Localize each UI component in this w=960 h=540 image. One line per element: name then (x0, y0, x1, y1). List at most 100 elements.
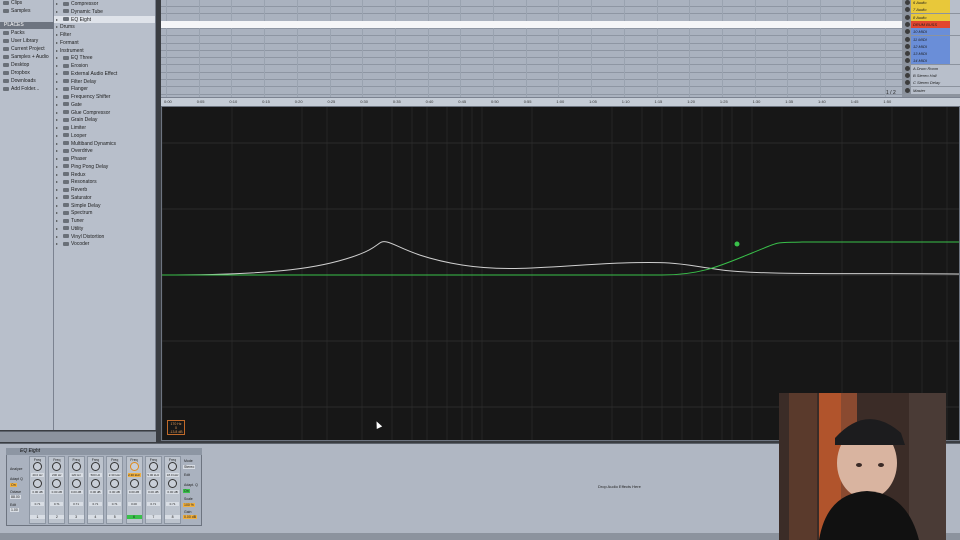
browser-item-multiband-dynamics[interactable]: ▸ Multiband Dynamics (54, 140, 155, 147)
gain-knob-icon[interactable] (33, 479, 42, 488)
browser-item-vocoder[interactable]: ▸ Vocoder (54, 240, 155, 247)
track-activator-icon[interactable] (905, 29, 910, 35)
track-name[interactable]: 7 Audio (911, 6, 951, 14)
freq-knob-icon[interactable] (90, 462, 100, 471)
device-left-octave-val[interactable]: 88.00 (10, 495, 21, 499)
band-number[interactable]: 5 (107, 515, 123, 519)
expand-triangle-icon[interactable]: ▸ (54, 171, 60, 178)
expand-triangle-icon[interactable]: ▸ (54, 109, 60, 116)
track-activator-icon[interactable] (905, 43, 910, 49)
places-item-samples-audio[interactable]: Samples + Audio (0, 54, 53, 61)
freq-knob-icon[interactable] (168, 462, 178, 471)
places-item-packs[interactable]: Packs (0, 30, 53, 37)
freq-knob-icon[interactable] (129, 462, 139, 471)
track-header[interactable]: 7 Audio (902, 6, 960, 14)
device-right-mode-val[interactable]: Stereo (183, 465, 196, 469)
device-left-adapt-val[interactable]: On (10, 483, 17, 487)
band-q-value[interactable]: 0.71 (50, 502, 64, 506)
band-number[interactable]: 2 (49, 515, 65, 519)
band-gain-value[interactable]: 0.00 dB (69, 490, 83, 494)
eq-curve-graph[interactable] (162, 107, 959, 440)
browser-item-ping-pong-delay[interactable]: ▸ Ping Pong Delay (54, 163, 155, 170)
browser-item-erosion[interactable]: ▸ Erosion (54, 62, 155, 69)
expand-triangle-icon[interactable]: ▸ (54, 93, 60, 100)
browser-item-simple-delay[interactable]: ▸ Simple Delay (54, 202, 155, 209)
expand-triangle-icon[interactable]: ▸ (54, 155, 60, 162)
places-item-add-folder-[interactable]: Add Folder... (0, 86, 53, 93)
browser-item-dynamic-tube[interactable]: ▸ Dynamic Tube (54, 8, 155, 15)
places-item-dropbox[interactable]: Dropbox (0, 70, 53, 77)
band-freq-value[interactable]: 5.00 kHz (146, 473, 160, 477)
band-q-value[interactable]: 0.71 (69, 502, 83, 506)
band-gain-value[interactable]: 0.00 dB (146, 490, 160, 494)
expand-triangle-icon[interactable]: ▸ (54, 124, 60, 131)
browser-item-utility[interactable]: ▸ Utility (54, 225, 155, 232)
track-name[interactable]: 13 MIDI (911, 50, 951, 58)
track-activator-icon[interactable] (905, 51, 910, 57)
band-freq-value[interactable]: 200 Hz (50, 473, 64, 477)
track-header[interactable]: Master (902, 86, 960, 94)
browser-item-flanger[interactable]: ▸ Flanger (54, 85, 155, 92)
browser-item-filter[interactable]: ▸ Filter (54, 31, 155, 38)
gain-knob-icon[interactable] (129, 479, 139, 488)
track-header[interactable]: 12 MIDI (902, 42, 960, 50)
expand-triangle-icon[interactable]: ▸ (54, 202, 60, 209)
timeline-ruler[interactable]: 0:00 0:05 0:10 0:15 0:20 0:25 0:30 0:35 0:40 0:45… (161, 97, 960, 106)
places-item-clips[interactable]: Clips (0, 0, 53, 7)
gain-knob-icon[interactable] (168, 479, 178, 488)
expand-triangle-icon[interactable]: ▸ (54, 225, 60, 232)
browser-item-grain-delay[interactable]: ▸ Grain Delay (54, 116, 155, 123)
band-number[interactable]: 4 (87, 515, 103, 519)
band-freq-value[interactable]: 500 Hz (88, 473, 102, 477)
browser-item-phaser[interactable]: ▸ Phaser (54, 155, 155, 162)
browser-item-looper[interactable]: ▸ Looper (54, 132, 155, 139)
track-activator-icon[interactable] (905, 80, 910, 86)
expand-triangle-icon[interactable]: ▸ (54, 16, 60, 23)
browser-item-compressor[interactable]: ▸ Compressor (54, 0, 155, 7)
expand-triangle-icon[interactable]: ▸ (54, 186, 60, 193)
browser-item-frequency-shifter[interactable]: ▸ Frequency Shifter (54, 93, 155, 100)
browser-item-spectrum[interactable]: ▸ Spectrum (54, 209, 155, 216)
track-header[interactable]: 6 Audio (902, 0, 960, 6)
selected-track-lane[interactable] (161, 21, 902, 28)
track-name[interactable]: 10 MIDI (911, 28, 951, 36)
gain-knob-icon[interactable] (52, 479, 62, 488)
band-freq-value[interactable]: 18.0 kHz (166, 473, 180, 477)
band-number[interactable]: 8 (165, 515, 181, 519)
band-number[interactable]: 3 (68, 515, 84, 519)
track-name[interactable]: 6 Audio (911, 0, 951, 6)
browser-item-external-audio-effect[interactable]: ▸ External Audio Effect (54, 70, 155, 77)
expand-triangle-icon[interactable]: ▸ (54, 54, 60, 61)
band-number[interactable]: 7 (145, 515, 161, 519)
band-q-value[interactable]: 0.00 (127, 502, 141, 506)
band-freq-value[interactable]: 40.0 Hz (31, 473, 44, 477)
track-header[interactable]: 13 MIDI (902, 50, 960, 58)
expand-triangle-icon[interactable]: ▸ (54, 0, 60, 7)
track-name[interactable]: B Stereo Hall (911, 72, 951, 79)
device-right-adapt-val[interactable]: On (183, 489, 190, 493)
device-left-analyze[interactable]: Analyze (10, 467, 22, 471)
browser-item-overdrive[interactable]: ▸ Overdrive (54, 147, 155, 154)
expand-triangle-icon[interactable]: ▸ (54, 116, 60, 123)
band-gain-value[interactable]: 0.00 dB (108, 490, 122, 494)
expand-triangle-icon[interactable]: ▸ (54, 147, 60, 154)
expand-triangle-icon[interactable]: ▸ (54, 217, 60, 224)
places-item-desktop[interactable]: Desktop (0, 62, 53, 69)
band-number[interactable]: 6 (126, 515, 142, 519)
browser-item-limiter[interactable]: ▸ Limiter (54, 124, 155, 131)
expand-triangle-icon[interactable]: ▸ (54, 209, 60, 216)
track-activator-icon[interactable] (905, 73, 910, 78)
browser-item-tuner[interactable]: ▸ Tuner (54, 217, 155, 224)
expand-triangle-icon[interactable]: ▸ (54, 101, 60, 108)
expand-triangle-icon[interactable]: ▸ (54, 85, 60, 92)
track-activator-icon[interactable] (905, 21, 910, 27)
track-header[interactable]: A Drum Room (902, 64, 960, 72)
places-item-samples[interactable]: Samples (0, 8, 53, 15)
freq-knob-icon[interactable] (71, 462, 81, 471)
device-left-edit-val[interactable]: 1.00 (10, 508, 19, 512)
expand-triangle-icon[interactable]: ▸ (54, 194, 60, 201)
track-name[interactable]: C Stereo Delay (911, 79, 951, 87)
track-name[interactable]: 14 MIDI (911, 57, 951, 65)
browser-item-resonators[interactable]: ▸ Resonators (54, 178, 155, 185)
expand-triangle-icon[interactable]: ▸ (54, 178, 60, 185)
